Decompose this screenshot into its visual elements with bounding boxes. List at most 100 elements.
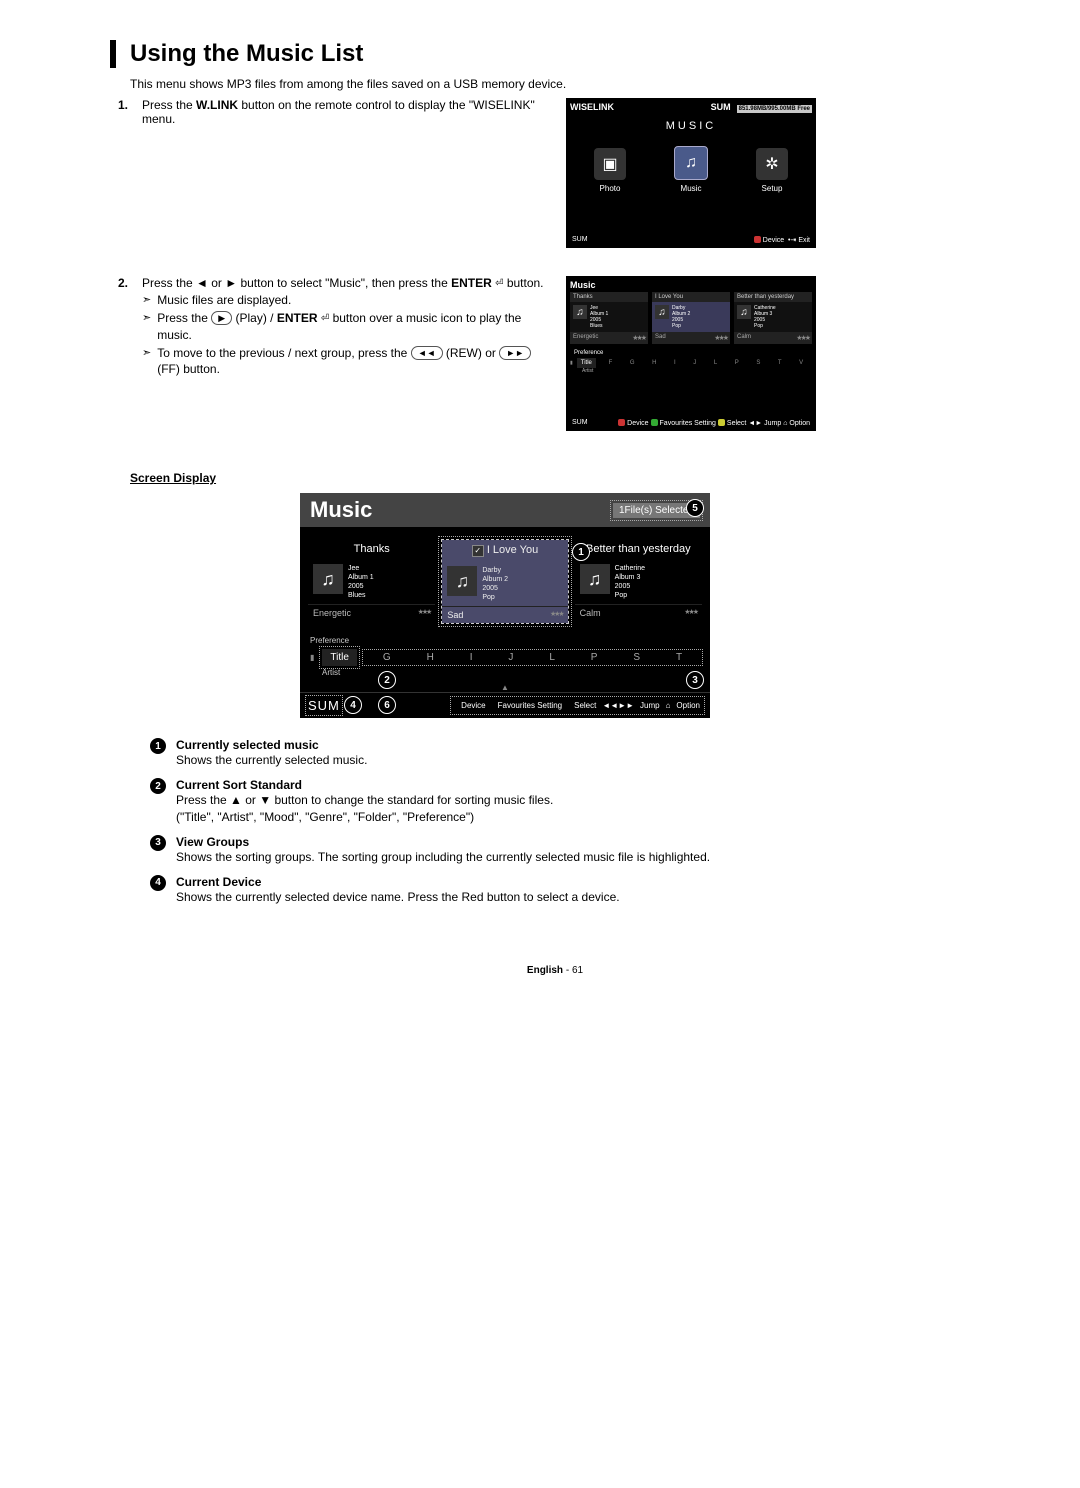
footnote-num-4: 4 [150, 875, 166, 891]
sort-artist-label: Artist [570, 368, 812, 374]
play-icon: ▶ [211, 311, 232, 325]
enter-label: ENTER [451, 276, 492, 290]
ff-icon: ►► [499, 346, 531, 360]
step-number: 1. [110, 98, 128, 248]
alpha-letter[interactable]: T [778, 360, 782, 366]
step1-text-a: Press the [142, 98, 196, 112]
card-meta: JeeAlbum 12005Blues [590, 305, 608, 329]
check-icon: ✓ [472, 545, 484, 557]
jump-hint: Jump [640, 701, 660, 710]
footnote-num-1: 1 [150, 738, 166, 754]
alpha-letter[interactable]: P [735, 360, 739, 366]
card-mood: Calm★ ★ ★ [734, 332, 812, 344]
t: To move to the previous / next group, pr… [157, 346, 410, 360]
music-card[interactable]: ✓ I Love You ♫ DarbyAlbum 22005Pop Sad★ … [441, 539, 568, 624]
bullet-arrow-icon: ➣ [142, 310, 151, 342]
card-title: Better than yesterday [734, 292, 812, 302]
music-label: Music [674, 184, 708, 193]
card-mood: Energetic★ ★ ★ [308, 604, 435, 621]
alpha-letter[interactable]: V [799, 360, 803, 366]
red-dot-icon [754, 236, 761, 243]
music-card[interactable]: Better than yesterday ♫ CatherineAlbum 3… [734, 292, 812, 344]
footnote-title-1: Currently selected music [176, 738, 319, 752]
fav-hint: Favourites Setting [498, 701, 562, 710]
jump-arrows-icon: ◄◄►► [602, 701, 634, 710]
sum-footer: SUM [572, 419, 588, 427]
footnote-desc-4: Shows the currently selected device name… [176, 890, 620, 904]
alpha-letter[interactable]: H [427, 652, 434, 663]
alpha-letter[interactable]: L [549, 652, 555, 663]
note-icon: ♫ [573, 305, 587, 319]
alpha-index[interactable]: FGHIJLPSTV [600, 360, 812, 366]
alpha-letter[interactable]: P [591, 652, 598, 663]
footnote-num-2: 2 [150, 778, 166, 794]
music-card[interactable]: Thanks ♫ JeeAlbum 12005Blues Energetic★ … [308, 539, 435, 624]
wiselink-screenshot: WISELINK SUM851.98MB/995.00MB Free MUSIC… [566, 98, 816, 248]
note-icon: ♫ [655, 305, 669, 319]
alpha-index[interactable]: GHIJLPST [365, 652, 700, 663]
footnote-title-3: View Groups [176, 835, 249, 849]
alpha-letter[interactable]: L [714, 360, 717, 366]
music-card[interactable]: Thanks ♫ JeeAlbum 12005Blues Energetic★ … [570, 292, 648, 344]
select-hint: Select [574, 701, 596, 710]
sort-title-chip[interactable]: Title [577, 358, 596, 368]
alpha-letter[interactable]: I [470, 652, 473, 663]
enter-label: ENTER [277, 311, 318, 325]
sum-label: SUM [711, 102, 731, 112]
card-mood: Energetic★ ★ ★ [570, 332, 648, 344]
note-icon: ♫ [580, 564, 610, 594]
t: (REW) or [443, 346, 500, 360]
page-title: Using the Music List [130, 40, 1000, 68]
step2-text-a: Press the ◄ or ► button to select "Music… [142, 276, 451, 290]
rewind-icon: ◄◄ [411, 346, 443, 360]
music-icon[interactable]: ♫ [674, 146, 708, 180]
alpha-letter[interactable]: I [674, 360, 676, 366]
sum-footer: SUM [308, 698, 340, 713]
alpha-letter[interactable]: G [630, 360, 635, 366]
bullet-arrow-icon: ➣ [142, 292, 151, 308]
sum-footer: SUM [572, 236, 588, 244]
fav-hint: Favourites Setting [660, 420, 716, 427]
card-mood: Calm★ ★ ★ [575, 604, 702, 621]
note-icon: ♫ [447, 566, 477, 596]
sort-artist-label: Artist [300, 668, 710, 683]
alpha-letter[interactable]: J [508, 652, 513, 663]
sort-title-chip[interactable]: Title [322, 649, 357, 666]
music-hdr: Music [570, 280, 596, 290]
intro-text: This menu shows MP3 files from among the… [130, 76, 1000, 92]
footnote-title-2: Current Sort Standard [176, 778, 302, 792]
alpha-letter[interactable]: S [633, 652, 640, 663]
card-mood: Sad★ ★ ★ [442, 606, 567, 623]
alpha-letter[interactable]: H [652, 360, 656, 366]
music-card[interactable]: I Love You ♫ DarbyAlbum 22005Pop Sad★ ★ … [652, 292, 730, 344]
card-title: I Love You [652, 292, 730, 302]
t: (Play) / [232, 311, 277, 325]
red-dot-icon [618, 419, 625, 426]
photo-icon[interactable]: ▣ [594, 148, 626, 180]
card-meta: CatherineAlbum 32005Pop [754, 305, 776, 329]
note-icon: ♫ [313, 564, 343, 594]
music-big-label: MUSIC [570, 120, 812, 132]
footnote-desc-1: Shows the currently selected music. [176, 753, 367, 767]
select-hint: Select [727, 420, 746, 427]
alpha-letter[interactable]: F [609, 360, 613, 366]
card-title: Thanks [308, 539, 435, 559]
note-icon: ♫ [737, 305, 751, 319]
footnote-title-4: Current Device [176, 875, 261, 889]
setup-label: Setup [756, 184, 788, 193]
card-meta: DarbyAlbum 22005Pop [672, 305, 690, 329]
alpha-letter[interactable]: T [676, 652, 682, 663]
green-dot-icon [651, 419, 658, 426]
music-card[interactable]: Better than yesterday ♫ CatherineAlbum 3… [575, 539, 702, 624]
enter-icon: ⏎ [321, 312, 329, 326]
card-title: ✓ I Love You [442, 540, 567, 561]
alpha-letter[interactable]: S [756, 360, 760, 366]
alpha-letter[interactable]: G [383, 652, 391, 663]
setup-icon[interactable]: ✲ [756, 148, 788, 180]
card-meta: DarbyAlbum 22005Pop [482, 566, 508, 602]
footnote-desc-3: Shows the sorting groups. The sorting gr… [176, 850, 710, 864]
alpha-letter[interactable]: J [693, 360, 696, 366]
wlink-label: W.LINK [196, 98, 238, 112]
preference-label: Preference [570, 350, 812, 356]
yellow-dot-icon [718, 419, 725, 426]
